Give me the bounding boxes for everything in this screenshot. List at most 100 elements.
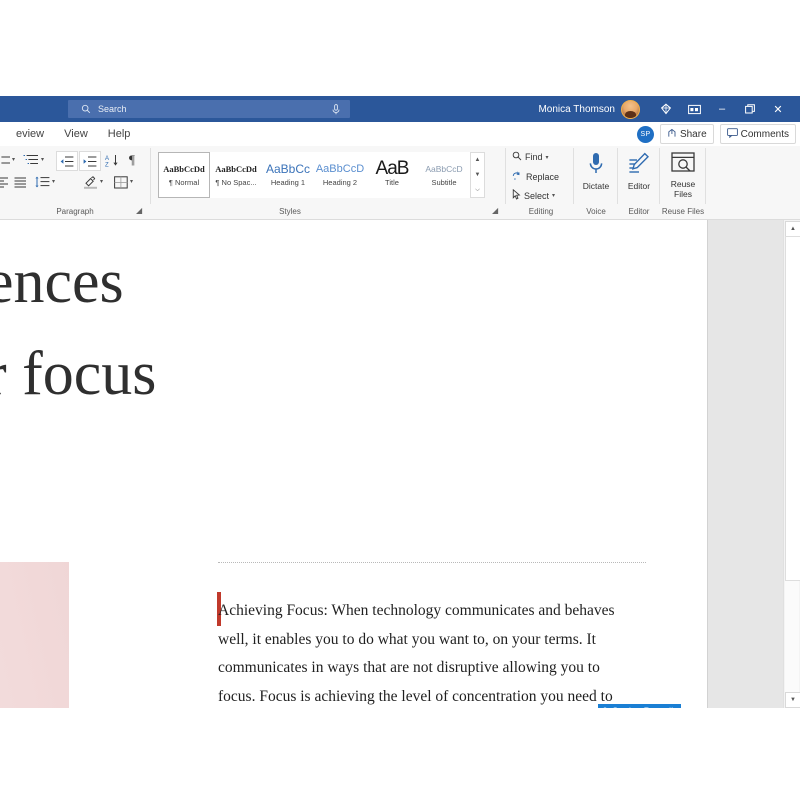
ribbon-group-labels: Paragraph ◢ Styles ◢ Editing Voice Edito…: [0, 204, 800, 324]
line-spacing-icon[interactable]: [34, 174, 51, 190]
reuse-files-button[interactable]: Reuse Files: [664, 152, 702, 199]
sort-icon[interactable]: A Z: [103, 151, 121, 169]
multilevel-list-dropdown-caret-icon[interactable]: ▾: [41, 156, 44, 163]
minimize-button[interactable]: –: [708, 96, 736, 122]
editor-pen-icon: [628, 152, 650, 178]
group-label-paragraph: Paragraph: [56, 207, 94, 216]
find-dropdown-caret-icon[interactable]: ▾: [546, 154, 549, 161]
multilevel-list-icon[interactable]: [22, 152, 40, 168]
align-left-icon[interactable]: [0, 174, 10, 190]
style-label: Title: [385, 178, 399, 187]
svg-text:Z: Z: [105, 162, 109, 167]
dictate-label: Dictate: [582, 181, 610, 191]
line-spacing-dropdown-caret-icon[interactable]: ▾: [52, 178, 55, 185]
coauthor-name-label: Sanjay Puranik: [612, 706, 676, 708]
style-label: ¶ No Spac...: [215, 178, 257, 187]
find-magnifier-icon: [512, 151, 522, 163]
search-input[interactable]: Search: [68, 100, 350, 118]
comments-button[interactable]: Comments: [719, 124, 796, 144]
avatar[interactable]: [621, 99, 640, 119]
style-heading-2[interactable]: AaBbCcD Heading 2: [314, 152, 366, 198]
styles-scroll-down-button[interactable]: ▼: [475, 168, 481, 182]
document-heading-line-1: ences: [0, 248, 124, 316]
pink-building-photo[interactable]: [0, 562, 69, 708]
tab-help[interactable]: Help: [98, 122, 141, 146]
tab-review[interactable]: eview: [6, 122, 54, 146]
style-subtitle[interactable]: AaBbCcD Subtitle: [418, 152, 470, 198]
decrease-indent-icon[interactable]: [56, 151, 78, 171]
dotted-separator-top: [218, 562, 646, 564]
tab-view[interactable]: View: [54, 122, 98, 146]
svg-text:b: b: [517, 170, 520, 175]
coauthor-name-flag[interactable]: Sanjay Puranik: [598, 704, 681, 708]
shading-icon[interactable]: [82, 174, 99, 190]
style-preview: AaBbCcD: [425, 164, 463, 174]
style-label: Heading 1: [270, 178, 306, 187]
styles-dialog-launcher[interactable]: ◢: [492, 206, 498, 215]
search-icon: [78, 104, 94, 114]
bullets-icon[interactable]: [0, 152, 12, 168]
paragraph-dialog-launcher[interactable]: ◢: [136, 206, 142, 215]
style-preview: AaB: [375, 158, 410, 179]
microphone-icon: [588, 152, 604, 178]
group-label-reuse-files: Reuse Files: [661, 207, 705, 216]
group-label-editor: Editor: [628, 207, 650, 216]
borders-icon[interactable]: [112, 174, 129, 190]
replace-button[interactable]: b c Replace: [512, 170, 559, 183]
scroll-down-button[interactable]: ▼: [785, 692, 800, 708]
group-label-editing: Editing: [528, 207, 554, 216]
share-icon: [667, 128, 677, 141]
share-label: Share: [679, 128, 707, 140]
borders-dropdown-caret-icon[interactable]: ▾: [130, 178, 133, 185]
share-button[interactable]: Share: [659, 124, 714, 144]
style-heading-1[interactable]: AaBbCc Heading 1: [262, 152, 314, 198]
styles-scroll-up-button[interactable]: ▲: [475, 153, 481, 167]
premium-diamond-icon[interactable]: [652, 96, 680, 122]
increase-indent-icon[interactable]: [79, 151, 101, 171]
search-placeholder-text: Search: [98, 104, 127, 114]
document-page[interactable]: ences r focus: [0, 220, 707, 708]
document-canvas[interactable]: ences r focus: [0, 220, 800, 708]
title-bar: Search Monica Thomson – ✕: [0, 96, 800, 122]
select-button[interactable]: Select ▾: [512, 188, 555, 202]
comment-icon: [726, 127, 738, 141]
find-label: Find: [525, 152, 543, 162]
shading-dropdown-caret-icon[interactable]: ▾: [100, 178, 103, 185]
find-button[interactable]: Find ▾: [512, 151, 549, 163]
style-normal[interactable]: AaBbCcDd ¶ Normal: [158, 152, 210, 198]
style-preview: AaBbCcD: [315, 163, 365, 175]
style-label: Subtitle: [431, 178, 457, 187]
title-bar-right: Monica Thomson – ✕: [538, 96, 800, 122]
editor-button[interactable]: Editor: [622, 152, 656, 191]
account-name[interactable]: Monica Thomson: [538, 104, 615, 115]
styles-more-button[interactable]: ⌵: [475, 183, 480, 197]
style-no-spacing[interactable]: AaBbCcDd ¶ No Spac...: [210, 152, 262, 198]
close-button[interactable]: ✕: [764, 96, 800, 122]
style-label: ¶ Normal: [168, 178, 200, 187]
style-preview: AaBbCcDd: [163, 164, 205, 174]
replace-label: Replace: [526, 171, 560, 182]
group-label-styles: Styles: [279, 207, 301, 216]
editor-label: Editor: [627, 181, 651, 191]
restore-button[interactable]: [736, 96, 764, 122]
dictate-button[interactable]: Dictate: [578, 152, 614, 191]
scroll-up-button[interactable]: ▲: [785, 221, 800, 237]
coauthor-avatar-badge[interactable]: SP: [636, 125, 654, 143]
style-preview: AaBbCcDd: [215, 164, 257, 174]
bullets-dropdown-caret-icon[interactable]: ▾: [12, 156, 15, 163]
select-label: Select: [524, 190, 550, 201]
select-dropdown-caret-icon[interactable]: ▾: [552, 192, 555, 199]
scrollbar-thumb[interactable]: [785, 236, 800, 581]
justify-icon[interactable]: [12, 174, 28, 190]
ribbon-display-options-icon[interactable]: [680, 96, 708, 122]
body-paragraph[interactable]: Achieving Focus: When technology communi…: [218, 597, 618, 708]
document-heading-line-2: r focus: [0, 340, 157, 408]
building-shape: [0, 562, 69, 708]
svg-text:A: A: [105, 156, 109, 162]
style-title[interactable]: AaB Title: [366, 152, 418, 198]
microphone-icon[interactable]: [328, 103, 344, 115]
styles-gallery-scrollbar[interactable]: ▲ ▼ ⌵: [470, 152, 485, 198]
show-formatting-marks-icon[interactable]: ¶: [124, 151, 140, 169]
vertical-scrollbar[interactable]: ▲ ▼: [783, 220, 800, 708]
styles-gallery[interactable]: AaBbCcDd ¶ Normal AaBbCcDd ¶ No Spac... …: [158, 152, 470, 198]
